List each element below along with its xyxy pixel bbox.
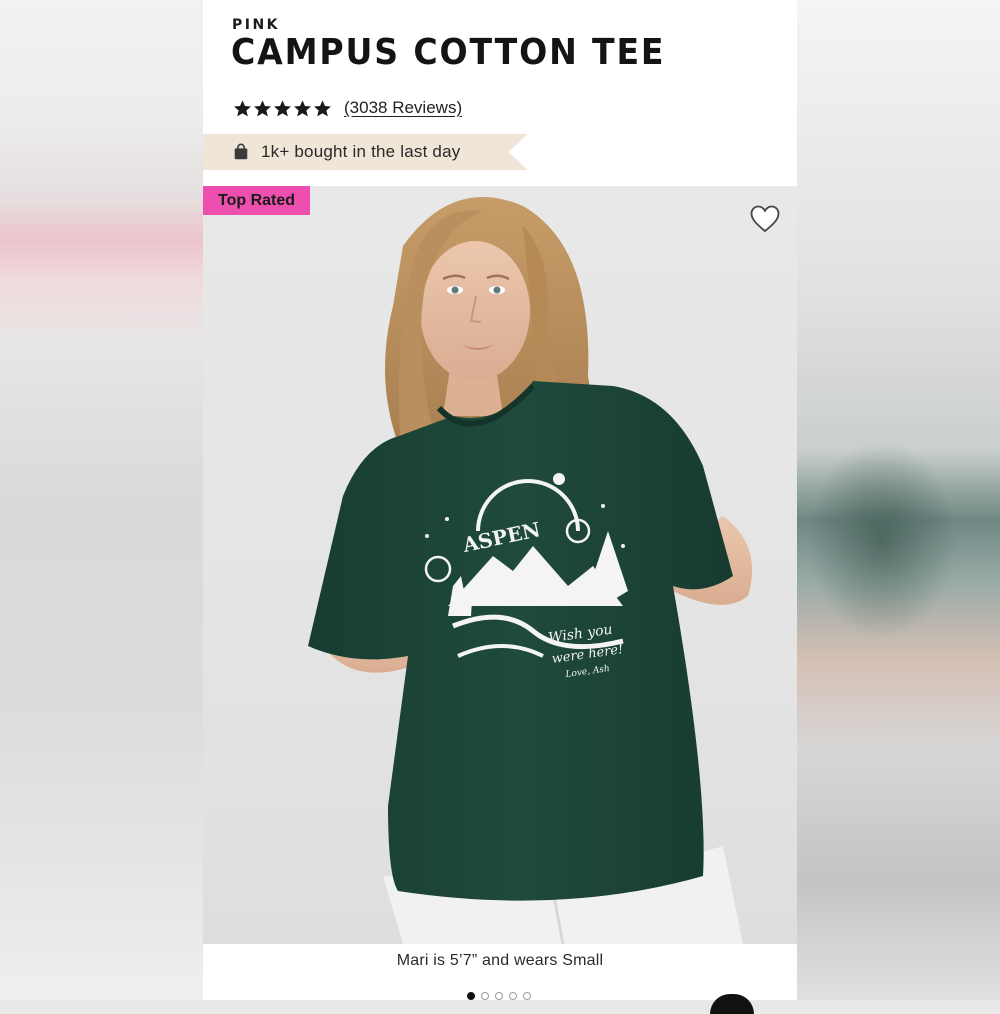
- star-icon: [314, 99, 331, 116]
- star-icon: [254, 99, 271, 116]
- top-rated-badge: Top Rated: [203, 186, 311, 215]
- carousel-dot[interactable]: [481, 992, 489, 1000]
- rating-row: (3038 Reviews): [233, 94, 462, 122]
- carousel-dot[interactable]: [523, 992, 531, 1000]
- bought-badge: 1k+ bought in the last day: [203, 134, 528, 170]
- model-image: ASPEN Wish you were here! Love, Ash: [308, 197, 753, 944]
- product-title: CAMPUS COTTON TEE: [231, 32, 666, 73]
- product-card: PINK CAMPUS COTTON TEE (3038 Reviews) 1k…: [203, 0, 797, 1014]
- reviews-link[interactable]: (3038 Reviews): [344, 98, 462, 118]
- carousel-dot[interactable]: [467, 992, 475, 1000]
- product-photo[interactable]: ASPEN Wish you were here! Love, Ash Top …: [203, 186, 797, 944]
- bought-text: 1k+ bought in the last day: [261, 142, 461, 161]
- backdrop-left: [0, 0, 203, 1000]
- star-icon: [234, 99, 251, 116]
- backdrop-right: [797, 0, 1000, 1000]
- carousel-dot[interactable]: [495, 992, 503, 1000]
- heart-outline-icon[interactable]: [749, 204, 781, 234]
- floating-action-button[interactable]: [710, 994, 754, 1014]
- brand-label: PINK: [232, 17, 281, 33]
- star-icon: [274, 99, 291, 116]
- star-icon: [294, 99, 311, 116]
- carousel-dot[interactable]: [509, 992, 517, 1000]
- shopping-bag-icon: [234, 143, 248, 160]
- carousel-dots: [467, 992, 531, 1000]
- model-size-caption: Mari is 5’7” and wears Small: [396, 952, 604, 969]
- star-rating: [233, 99, 332, 118]
